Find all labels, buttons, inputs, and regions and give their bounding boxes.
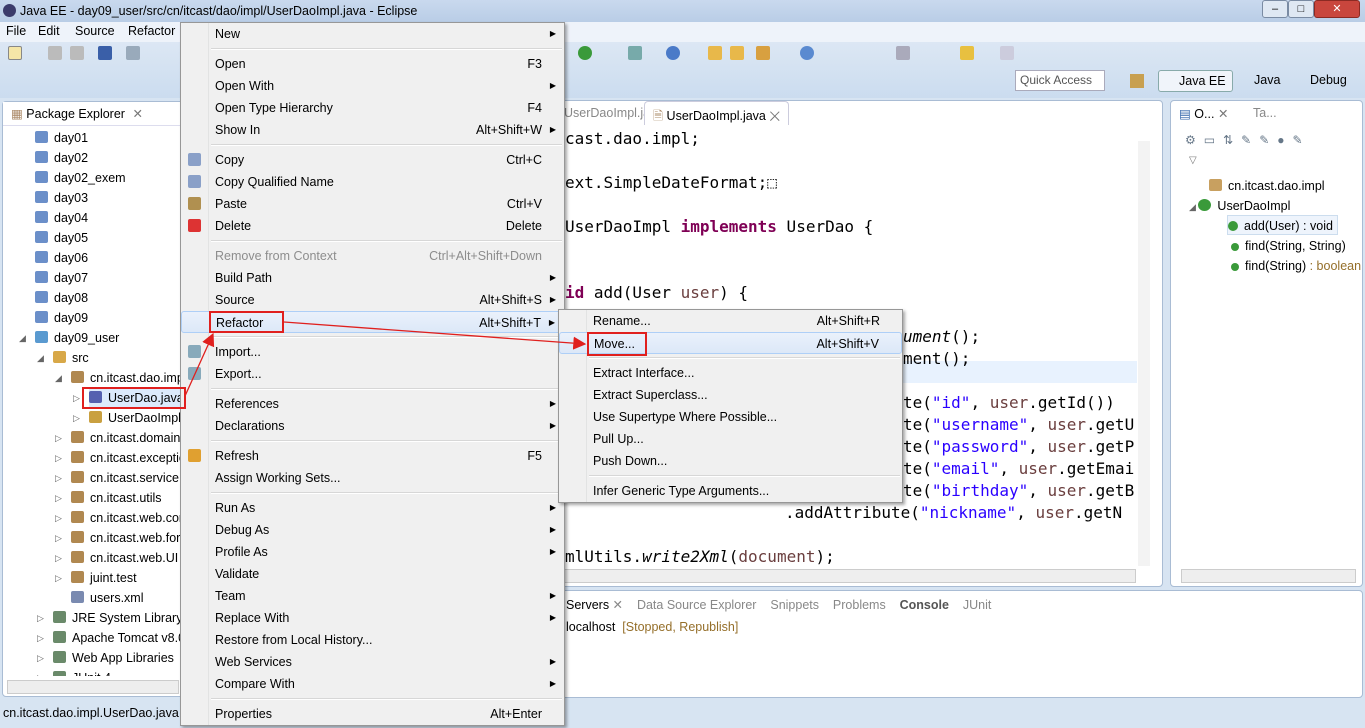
arrow-refactor-to-move bbox=[283, 321, 587, 350]
annotation-arrows bbox=[184, 321, 587, 397]
arrow-userdao-to-refactor bbox=[184, 332, 215, 397]
